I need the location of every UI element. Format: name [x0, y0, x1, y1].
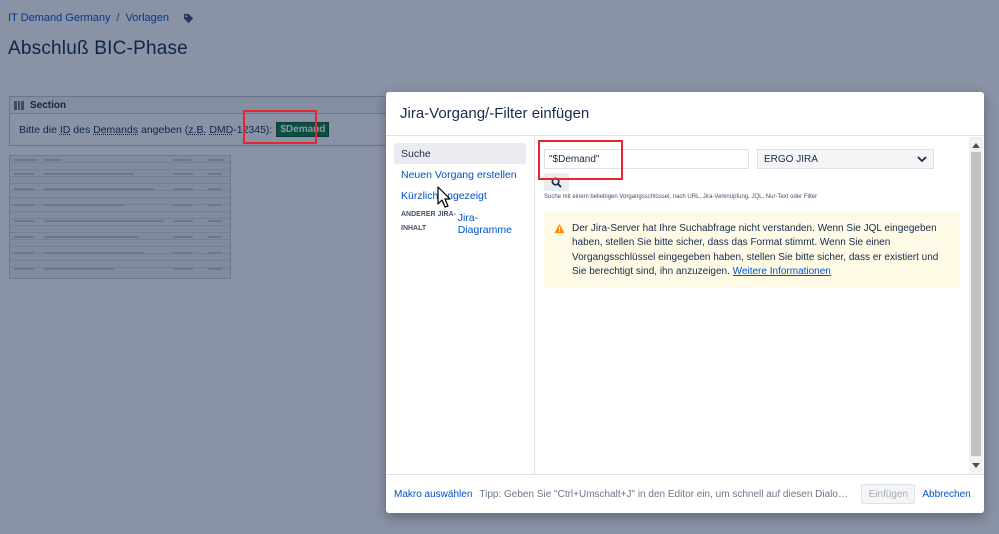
warning-message: Der Jira-Server hat Ihre Suchabfrage nic… [544, 211, 960, 288]
annotation-box-chip [243, 110, 317, 144]
annotation-box-search [538, 140, 623, 180]
nav-group-other-jira-content: Anderer Jira-Inhalt Jira-Diagramme [394, 208, 526, 236]
select-macro-link[interactable]: Makro auswählen [394, 489, 472, 500]
nav-group-label: Anderer Jira-Inhalt [401, 211, 456, 232]
nav-item-search[interactable]: Suche [394, 143, 526, 164]
scroll-thumb[interactable] [971, 152, 981, 456]
mouse-cursor-icon [437, 186, 451, 208]
scroll-up-arrow-icon[interactable] [972, 143, 980, 148]
dialog-title: Jira-Vorgang/-Filter einfügen [386, 92, 984, 136]
chevron-down-icon [917, 155, 927, 162]
nav-item-recently-viewed[interactable]: Kürzlich angezeigt [394, 185, 526, 206]
more-info-link[interactable]: Weitere Informationen [733, 266, 831, 277]
dialog-scrollbar[interactable] [969, 137, 983, 474]
cancel-button[interactable]: Abbrechen [922, 489, 970, 500]
dialog-footer: Makro auswählen Tipp: Geben Sie "Ctrl+Um… [386, 474, 984, 513]
warning-icon [554, 223, 565, 234]
dialog-nav: Suche Neuen Vorgang erstellen Kürzlich a… [386, 137, 535, 474]
dialog-search-panel: ERGO JIRA Suche mit einem beliebigen Vor… [536, 137, 966, 474]
jira-server-value: ERGO JIRA [764, 153, 818, 165]
insert-button[interactable]: Einfügen [861, 484, 916, 504]
jira-server-select[interactable]: ERGO JIRA [757, 149, 934, 169]
footer-tip: Tipp: Geben Sie "Ctrl+Umschalt+J" in den… [479, 488, 853, 500]
nav-item-create-issue[interactable]: Neuen Vorgang erstellen [394, 164, 526, 185]
nav-item-jira-charts[interactable]: Jira-Diagramme [458, 208, 526, 236]
insert-jira-dialog: Jira-Vorgang/-Filter einfügen Suche Neue… [386, 92, 984, 513]
search-hint: Suche mit einem beliebigen Vorgangsschlü… [544, 194, 818, 200]
scroll-down-arrow-icon[interactable] [972, 463, 980, 468]
